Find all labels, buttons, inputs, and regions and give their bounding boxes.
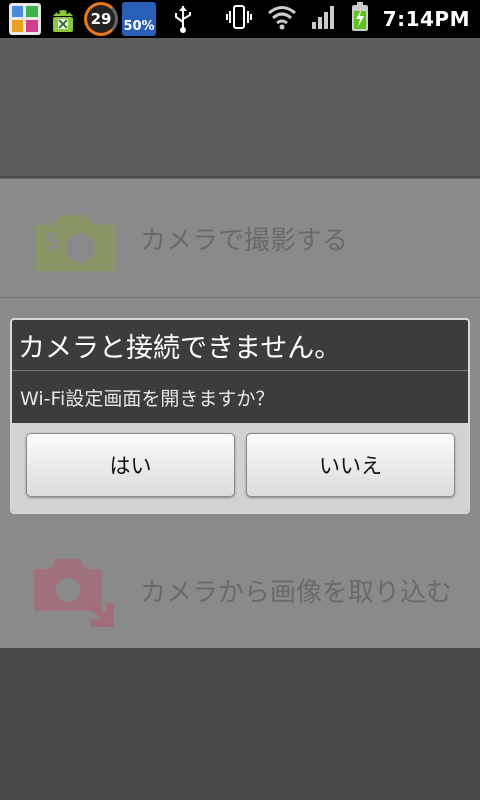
dialog-button-bar: はい いいえ [12, 423, 468, 512]
dialog-message: Wi-Fi設定画面を開きますか？ [20, 387, 275, 410]
status-time: 7:14PM [382, 7, 470, 31]
menu-item-label: カメラで撮影する [140, 225, 349, 256]
no-button[interactable]: いいえ [246, 433, 455, 497]
svg-text:5: 5 [44, 230, 59, 255]
vibrate-icon [225, 3, 253, 35]
battery-charging-icon [351, 2, 369, 36]
battery-circle-value: 29 [90, 10, 112, 28]
android-download-icon [46, 2, 80, 36]
camera-import-icon [30, 553, 120, 627]
widgets-icon [8, 2, 42, 36]
menu-item-camera-capture[interactable]: 5 カメラで撮影する [0, 179, 480, 297]
status-bar: 29 50% 7:14PM [0, 0, 480, 38]
connection-error-dialog: カメラと接続できません。 Wi-Fi設定画面を開きますか？ はい いいえ [10, 318, 470, 514]
camera-capture-icon: 5 [30, 201, 120, 275]
dialog-title: カメラと接続できません。 [18, 332, 342, 364]
menu-item-camera-import[interactable]: カメラから画像を取り込む [0, 531, 480, 649]
yes-button[interactable]: はい [26, 433, 235, 497]
app-header-area [0, 38, 480, 176]
menu-item-label: カメラから画像を取り込む [140, 577, 453, 608]
menu-divider [0, 297, 480, 298]
weather-icon: 50% [122, 2, 156, 36]
weather-value: 50% [123, 19, 155, 34]
signal-icon [311, 5, 337, 33]
usb-icon [166, 2, 200, 36]
battery-circle-icon: 29 [84, 2, 118, 36]
wifi-icon [267, 4, 297, 34]
